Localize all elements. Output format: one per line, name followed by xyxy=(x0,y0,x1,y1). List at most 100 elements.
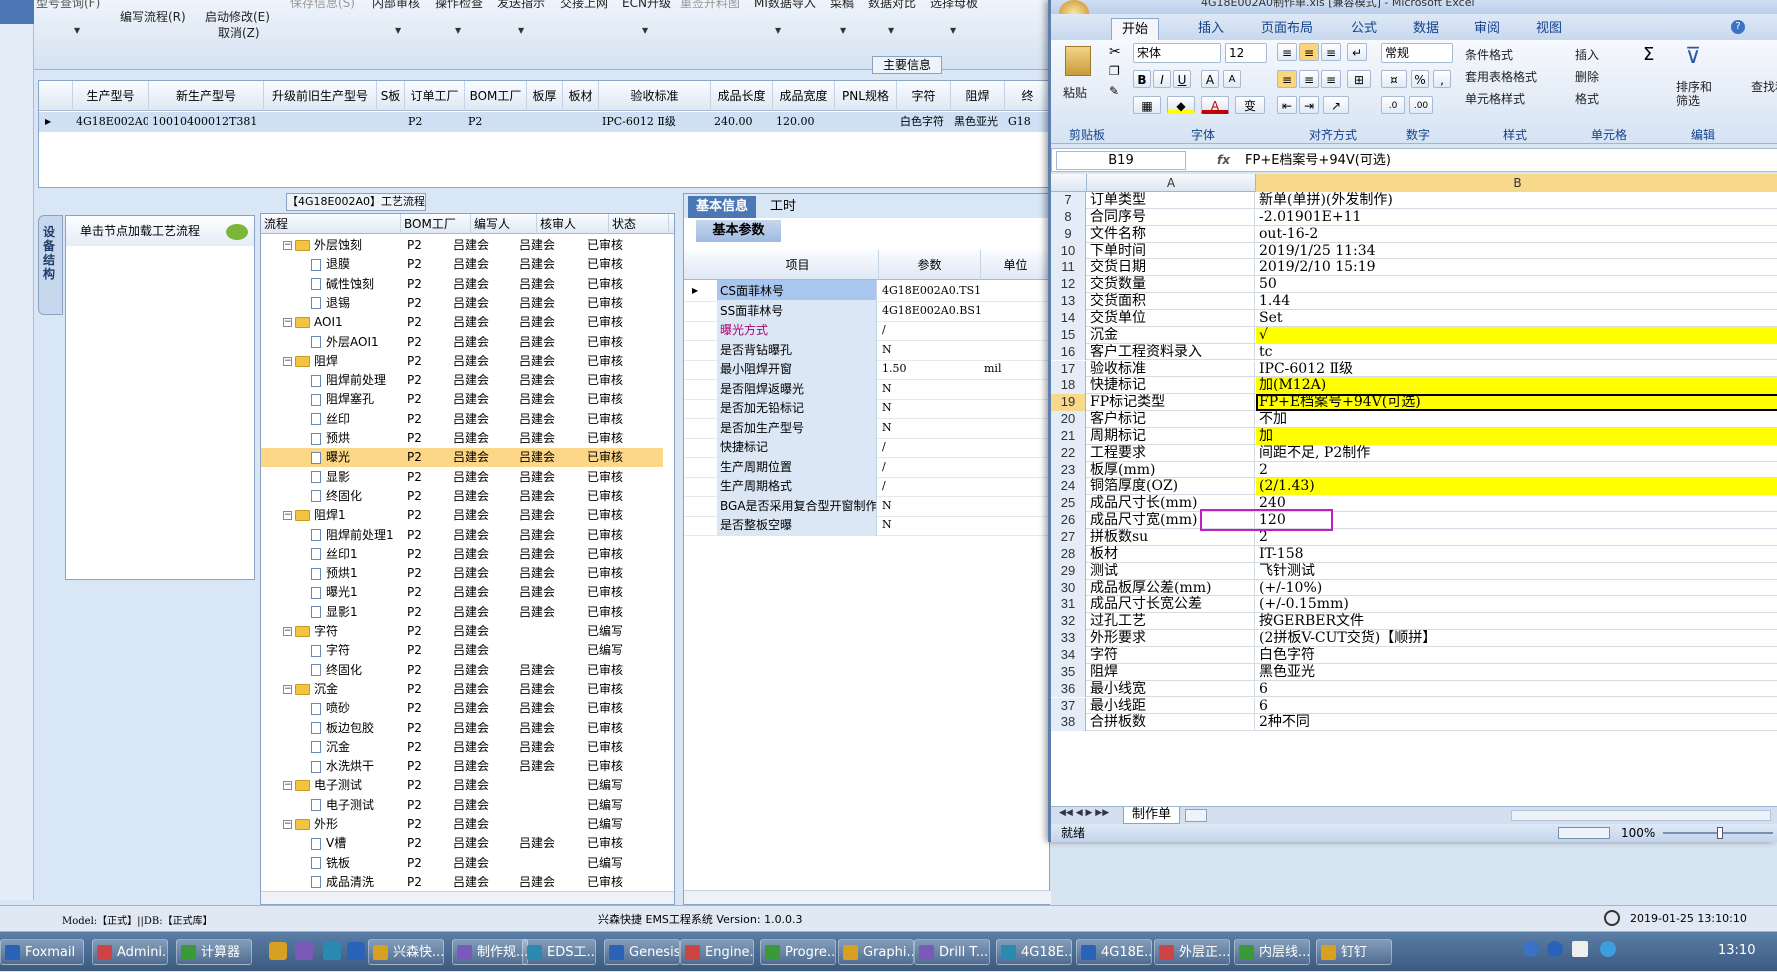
tree-row[interactable]: − AOI1 P2 吕建会 吕建会 已审核 xyxy=(261,313,663,332)
taskbar-item[interactable]: EDS工... xyxy=(522,939,596,965)
row-header[interactable]: 12 xyxy=(1051,276,1086,294)
row-header[interactable]: 35 xyxy=(1051,663,1086,681)
taskbar-item[interactable]: 制作规... xyxy=(452,939,528,965)
row-header[interactable]: 23 xyxy=(1051,461,1086,479)
format-painter-icon[interactable]: ✎ xyxy=(1109,84,1119,98)
taskbar-item[interactable]: 4G18E... xyxy=(996,939,1072,965)
dropdown-arrow-icon[interactable]: ▼ xyxy=(518,26,524,35)
cell-b[interactable]: 2019/1/25 11:34 xyxy=(1256,243,1777,260)
taskbar-item[interactable]: Graphi... xyxy=(838,939,914,965)
collapse-icon[interactable]: − xyxy=(283,781,292,791)
collapse-icon[interactable]: − xyxy=(283,511,292,521)
taskbar-launcher-icon[interactable] xyxy=(295,942,313,960)
tree-row[interactable]: − 沉金 P2 吕建会 吕建会 已审核 xyxy=(261,680,663,699)
increase-indent-icon[interactable]: ⇥ xyxy=(1299,96,1319,114)
cell-b[interactable]: 6 xyxy=(1256,681,1777,698)
grid-column-header[interactable]: 新生产型号 xyxy=(149,81,264,111)
align-left-icon[interactable]: ≡ xyxy=(1277,70,1297,88)
grid-column-header[interactable]: PNL规格 xyxy=(835,81,897,111)
toolbar-item[interactable]: 型号查询(F) xyxy=(36,0,100,11)
row-header[interactable]: 28 xyxy=(1051,545,1086,563)
row-header[interactable]: 13 xyxy=(1051,293,1086,310)
taskbar-item[interactable]: Drill T... xyxy=(914,939,990,965)
row-header[interactable]: 37 xyxy=(1051,697,1086,715)
dropdown-arrow-icon[interactable]: ▼ xyxy=(840,26,846,35)
cell-a[interactable]: 板材 xyxy=(1087,545,1255,563)
table-format-button[interactable]: 套用表格格式 xyxy=(1465,68,1537,85)
cell-a[interactable]: 交货面积 xyxy=(1087,293,1255,310)
taskbar-item[interactable]: Foxmail xyxy=(0,939,84,965)
phonetic-icon[interactable]: 变 xyxy=(1235,96,1265,114)
font-color-icon[interactable]: A xyxy=(1201,96,1229,114)
grid-column-header[interactable]: BOM工厂 xyxy=(465,81,527,111)
row-header[interactable]: 10 xyxy=(1051,242,1086,260)
cell-b[interactable]: 2 xyxy=(1256,529,1777,546)
collapse-icon[interactable]: − xyxy=(283,318,292,328)
tree-row[interactable]: 阻焊塞孔 P2 吕建会 吕建会 已审核 xyxy=(261,390,663,409)
row-header[interactable]: 21 xyxy=(1051,427,1086,445)
collapse-icon[interactable]: − xyxy=(283,684,292,694)
decrease-decimal-icon[interactable]: .00 xyxy=(1409,96,1433,114)
cell-a[interactable]: 订单类型 xyxy=(1087,192,1255,209)
tree-row[interactable]: 板边包胶 P2 吕建会 吕建会 已审核 xyxy=(261,719,663,738)
param-value[interactable]: N xyxy=(879,514,979,536)
tree-row[interactable]: 预烘1 P2 吕建会 吕建会 已审核 xyxy=(261,564,663,583)
dropdown-arrow-icon[interactable]: ▼ xyxy=(395,26,401,35)
cut-icon[interactable]: ✂ xyxy=(1109,44,1121,60)
launch-modify-button[interactable]: 启动修改(E) xyxy=(205,8,270,25)
help-icon[interactable]: ? xyxy=(1731,20,1745,34)
tree-row[interactable]: 碱性蚀刻 P2 吕建会 吕建会 已审核 xyxy=(261,275,663,294)
insert-sheet-icon[interactable] xyxy=(1185,809,1207,822)
cell-b[interactable]: 加 xyxy=(1256,427,1777,445)
cell-a[interactable]: 字符 xyxy=(1087,646,1255,664)
cell-a[interactable]: 沉金 xyxy=(1087,326,1255,344)
row-header[interactable]: 7 xyxy=(1051,192,1086,209)
dropdown-arrow-icon[interactable]: ▼ xyxy=(775,26,781,35)
insert-cells-button[interactable]: 插入 xyxy=(1575,46,1599,63)
cell-a[interactable]: 成品板厚公差(mm) xyxy=(1087,579,1255,597)
cell-b[interactable]: IT-158 xyxy=(1256,546,1777,563)
taskbar-item[interactable]: 外层正... xyxy=(1154,939,1230,965)
cell-a[interactable]: 板厚(mm) xyxy=(1087,461,1255,479)
align-top-icon[interactable]: ≡ xyxy=(1277,43,1297,61)
grid-column-header[interactable]: 板材 xyxy=(563,81,599,111)
delete-cells-button[interactable]: 删除 xyxy=(1575,68,1599,85)
tree-column-header[interactable]: BOM工厂 xyxy=(401,214,471,234)
row-header[interactable]: 36 xyxy=(1051,680,1086,698)
params-col-value[interactable]: 参数 xyxy=(879,250,981,280)
taskbar-clock[interactable]: 13:10 xyxy=(1718,943,1755,958)
tray-app-icon[interactable] xyxy=(1600,941,1616,957)
italic-icon[interactable]: I xyxy=(1153,70,1171,88)
toolbar-item[interactable]: 内部审核 xyxy=(372,0,420,11)
merge-icon[interactable]: ⊞ xyxy=(1347,70,1371,88)
border-icon[interactable]: ▦ xyxy=(1133,96,1161,114)
collapse-icon[interactable]: − xyxy=(283,820,292,829)
sheet-nav-arrows[interactable]: ◀◀ ◀ ▶ ▶▶ xyxy=(1059,808,1109,818)
paste-icon[interactable] xyxy=(1065,46,1091,76)
taskbar-launcher-icon[interactable] xyxy=(347,942,365,960)
dropdown-arrow-icon[interactable]: ▼ xyxy=(642,26,648,35)
cell-a[interactable]: 合同序号 xyxy=(1087,208,1255,226)
cell-a[interactable]: 拼板数su xyxy=(1087,529,1255,546)
row-header[interactable]: 9 xyxy=(1051,225,1086,243)
collapse-icon[interactable]: − xyxy=(283,241,292,250)
cell-a[interactable]: 文件名称 xyxy=(1087,225,1255,243)
tree-row[interactable]: 铣板 P2 吕建会 已编写 xyxy=(261,854,663,873)
tree-horizontal-scrollbar[interactable] xyxy=(261,891,674,904)
row-header[interactable]: 32 xyxy=(1051,613,1086,631)
tab-insert[interactable]: 插入 xyxy=(1198,18,1224,40)
cell-a[interactable]: 工程要求 xyxy=(1087,444,1255,462)
product-grid-row[interactable]: 4G18E002A0 10010400012T381 P2 P2 IPC-6012 Ⅱ级… xyxy=(39,112,1051,132)
cell-b[interactable]: 1.44 xyxy=(1256,293,1777,310)
row-header[interactable]: 20 xyxy=(1051,411,1086,428)
left-strip-selected-item[interactable] xyxy=(0,0,34,24)
tab-work-hours[interactable]: 工时 xyxy=(762,196,804,218)
grid-column-header[interactable]: 生产型号 xyxy=(73,81,149,111)
align-bottom-icon[interactable]: ≡ xyxy=(1321,43,1341,61)
tray-network-icon[interactable] xyxy=(1547,941,1563,957)
taskbar-launcher-icon[interactable] xyxy=(269,942,287,960)
cell-a[interactable]: 下单时间 xyxy=(1087,242,1255,260)
tree-row[interactable]: − 字符 P2 吕建会 已编写 xyxy=(261,622,663,641)
row-header[interactable]: 17 xyxy=(1051,360,1086,378)
toolbar-item[interactable]: 菜稿 xyxy=(830,0,854,11)
